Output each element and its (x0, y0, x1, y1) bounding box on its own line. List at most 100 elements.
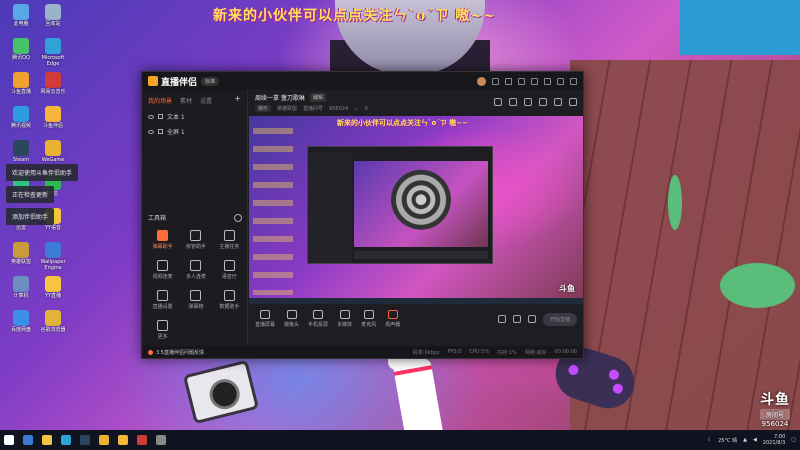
close-icon[interactable] (570, 77, 577, 85)
toolbox-item[interactable]: 更多 (146, 320, 179, 340)
message-icon[interactable] (492, 77, 499, 85)
desktop-icon[interactable]: 百度网盘 (4, 310, 38, 333)
network-icon[interactable]: ▲ (743, 437, 747, 443)
room-category-badge[interactable]: 娱乐 (255, 105, 272, 112)
tab-settings[interactable]: 设置 (200, 96, 212, 105)
desktop-icon[interactable]: 网易云音乐 (36, 72, 70, 95)
toolbox-item[interactable]: 视频连麦 (146, 260, 179, 280)
scene-sidebar: 我的场景 素材 设置 + 文本 1 全屏 1 工具箱 弹幕助手 房管助手 主播任务视… (142, 90, 248, 346)
toolbox-item[interactable]: 直播设置 (146, 290, 179, 310)
toolbox-item[interactable]: 弹幕助手 (146, 230, 179, 250)
desktop-icon[interactable]: 计算机 (4, 276, 38, 299)
live-companion-icon[interactable] (118, 435, 128, 445)
start-icon[interactable] (4, 435, 14, 445)
camera-settings-icon[interactable] (497, 315, 506, 323)
desktop-icon[interactable]: 腾讯QQ (4, 38, 38, 61)
desktop-icon[interactable]: 斗鱼伴侣 (36, 106, 70, 129)
source-control-button[interactable]: 手机投屏 (308, 310, 328, 328)
version-badge[interactable]: 标准 (201, 76, 220, 86)
desktop-icon[interactable]: 此电脑 (4, 4, 38, 27)
desktop-icon-label: Wallpaper Engine (40, 259, 66, 271)
tab-materials[interactable]: 素材 (180, 96, 192, 105)
toolbox-item[interactable]: 多人连麦 (179, 260, 212, 280)
source-control-button[interactable]: 扬声器 (385, 310, 400, 328)
maximize-icon[interactable] (557, 77, 564, 85)
tool-icon (157, 320, 169, 331)
start-live-button[interactable]: 开始直播 (542, 312, 577, 326)
tool-icon (223, 260, 235, 271)
scene-item-fullscreen[interactable]: 全屏 1 (142, 124, 247, 139)
source-control-button[interactable]: 摄像头 (284, 310, 299, 328)
volume-icon[interactable]: ◀ (753, 437, 757, 443)
app-icon (45, 242, 61, 258)
source-control-button[interactable]: 麦克风 (361, 310, 376, 328)
desktop-icon[interactable]: 腾讯视频 (4, 106, 38, 129)
file-explorer-icon[interactable] (42, 435, 52, 445)
desktop-icon[interactable]: YY直播 (36, 276, 70, 299)
toolbox-item[interactable]: 主播任务 (213, 230, 246, 250)
toolbox-item[interactable]: 房管助手 (179, 230, 212, 250)
wegame-icon[interactable] (99, 435, 109, 445)
steam-icon[interactable] (80, 435, 90, 445)
user-avatar[interactable] (477, 76, 486, 86)
music-icon[interactable] (137, 435, 147, 445)
source-control-icon (387, 310, 398, 319)
record-icon[interactable] (509, 98, 517, 106)
source-control-label: 麦克风 (361, 322, 377, 328)
desktop-icon[interactable]: Steam (4, 140, 38, 163)
visibility-eye-icon[interactable] (148, 129, 154, 134)
source-control-button[interactable]: 多媒体 (337, 310, 352, 328)
settings-icon[interactable] (518, 77, 525, 85)
desktop-icon[interactable]: WeGame (36, 140, 70, 163)
weather-text[interactable]: 25°C 晴 (718, 437, 737, 444)
share-icon[interactable] (569, 98, 577, 106)
tool-icon (190, 230, 202, 241)
app-icon (45, 310, 61, 326)
notification-center-icon[interactable]: ▢ (791, 437, 796, 443)
tool-label: 主播任务 (219, 244, 240, 250)
edge-icon[interactable] (61, 435, 71, 445)
lock-icon[interactable] (539, 98, 547, 106)
lock-icon[interactable] (158, 129, 163, 134)
menu-icon[interactable] (531, 77, 538, 85)
tool-icon (190, 290, 202, 301)
window-titlebar[interactable]: 直播伴侣 标准 (142, 72, 583, 90)
share-room-icon[interactable] (524, 98, 532, 106)
skin-icon[interactable] (505, 77, 512, 85)
visibility-eye-icon[interactable] (148, 114, 154, 119)
desktop-icon[interactable]: 斗鱼直播 (4, 72, 38, 95)
toolbox-settings-icon[interactable] (234, 213, 242, 222)
feedback-notice[interactable]: 3.5直播伴侣问题反馈 (148, 349, 204, 356)
desktop-tooltip-welcome: 欢迎使用斗鱼伴侣助手 (6, 164, 79, 181)
stream-preview[interactable]: 新来的小伙伴可以点点关注ㄣ`o´ㄗ 嗷~~ 斗鱼 (249, 116, 583, 304)
stream-stats: 码率:0kbps FPS:0 CPU:5% 内存:1% 网络:良好 00:00:… (413, 349, 577, 356)
desktop-icon[interactable]: 回收站 (36, 4, 70, 27)
add-scene-icon[interactable]: + (234, 95, 241, 105)
tool-label: 直播设置 (152, 304, 173, 310)
scene-item-text[interactable]: 文本 1 (142, 109, 247, 124)
desktop-icon[interactable]: Microsoft Edge (36, 38, 70, 67)
toolbox-item[interactable]: 语音厅 (213, 260, 246, 280)
desktop-icon[interactable]: Wallpaper Engine (36, 242, 70, 271)
taskbar-clock[interactable]: 7:00 2021/8/3 (763, 434, 785, 446)
audio-settings-icon[interactable] (512, 315, 521, 323)
notification-bell-icon[interactable] (554, 98, 562, 106)
desktop-icon[interactable]: 谷歌浏览器 (36, 310, 70, 333)
source-control-button[interactable]: 直播屏幕 (255, 310, 275, 328)
live-companion-window: 直播伴侣 标准 我的场景 素材 设置 + 文本 1 全屏 1 工具箱 弹幕助手 … (141, 71, 584, 359)
desktop-icon[interactable]: 英雄联盟 (4, 242, 38, 265)
toolbox-item[interactable]: 弹幕榜 (179, 290, 212, 310)
desktop-icon-label: 迅雷 (15, 225, 26, 231)
gear-icon[interactable] (527, 315, 536, 323)
settings-taskbar-icon[interactable] (156, 435, 166, 445)
tool-icon (223, 290, 235, 301)
room-game[interactable]: 英雄联盟 (277, 105, 297, 112)
toolbox-item[interactable]: 数据助手 (213, 290, 246, 310)
tab-my-scenes[interactable]: 我的场景 (148, 96, 172, 105)
lock-icon[interactable] (158, 114, 163, 119)
source-control-icon (260, 310, 270, 319)
edit-room-button[interactable]: 编辑 (309, 93, 326, 102)
minimize-icon[interactable] (544, 77, 551, 85)
search-icon[interactable] (23, 435, 33, 445)
screenshot-icon[interactable] (494, 98, 502, 106)
